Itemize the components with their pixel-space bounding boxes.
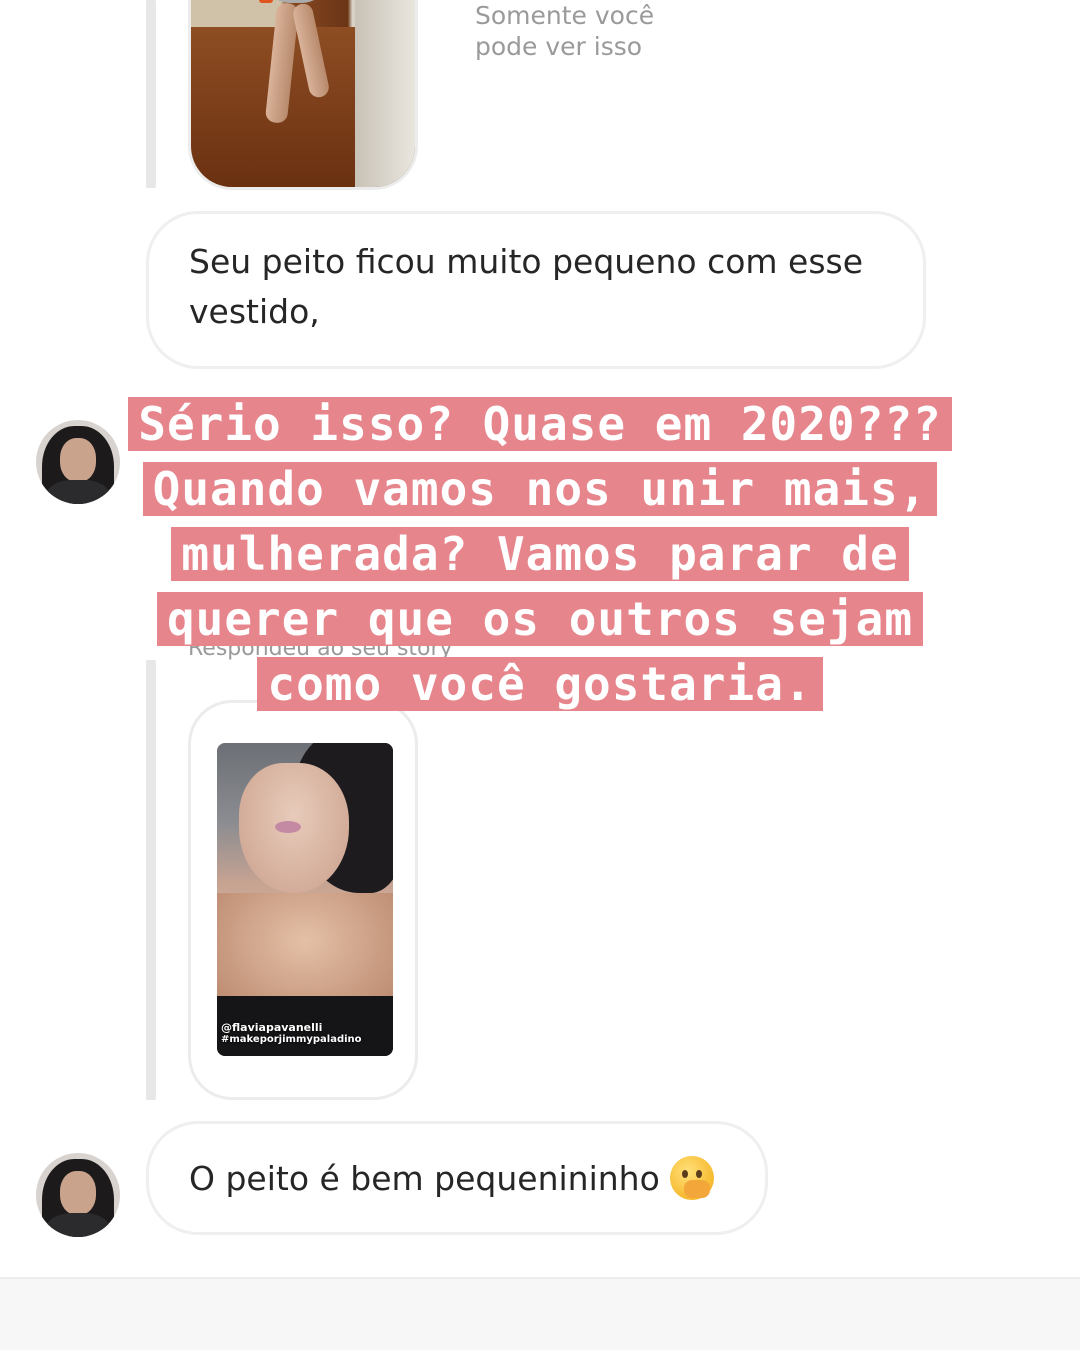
story-photo bbox=[191, 0, 415, 187]
message-text: O peito é bem pequenininho bbox=[189, 1159, 660, 1198]
story-caption-overlay: Sério isso? Quase em 2020??? Quando vamo… bbox=[0, 392, 1080, 717]
story-thumbnail-top[interactable] bbox=[188, 0, 418, 190]
only-you-can-see-note: Somente você pode ver isso bbox=[475, 0, 715, 62]
caption-line: Quando vamos nos unir mais, bbox=[0, 457, 1080, 522]
message-bubble[interactable]: Seu peito ficou muito pequeno com esse v… bbox=[146, 211, 926, 369]
caption-line: como você gostaria. bbox=[0, 652, 1080, 717]
caption-line: mulherada? Vamos parar de bbox=[0, 522, 1080, 587]
caption-line: querer que os outros sejam bbox=[0, 587, 1080, 652]
message-bubble[interactable]: O peito é bem pequenininho bbox=[146, 1121, 768, 1235]
message-text: Seu peito ficou muito pequeno com esse v… bbox=[189, 242, 864, 331]
dm-screen: Somente você pode ver isso Seu peito fic… bbox=[0, 0, 1080, 1350]
avatar[interactable] bbox=[36, 1153, 120, 1237]
story-tag-hashtag: #makeporjimmypaladino bbox=[221, 1034, 362, 1045]
story-thumbnail-bottom[interactable]: @flaviapavanelli #makeporjimmypaladino bbox=[188, 700, 418, 1100]
reply-thread-bar bbox=[146, 660, 156, 1100]
message-composer-area[interactable] bbox=[0, 1277, 1080, 1350]
caption-line: Sério isso? Quase em 2020??? bbox=[0, 392, 1080, 457]
face-with-hand-over-mouth-icon bbox=[669, 1156, 714, 1200]
reply-thread-bar bbox=[146, 0, 156, 188]
story-photo: @flaviapavanelli #makeporjimmypaladino bbox=[217, 743, 393, 1056]
only-you-text: Somente você pode ver isso bbox=[475, 1, 655, 61]
